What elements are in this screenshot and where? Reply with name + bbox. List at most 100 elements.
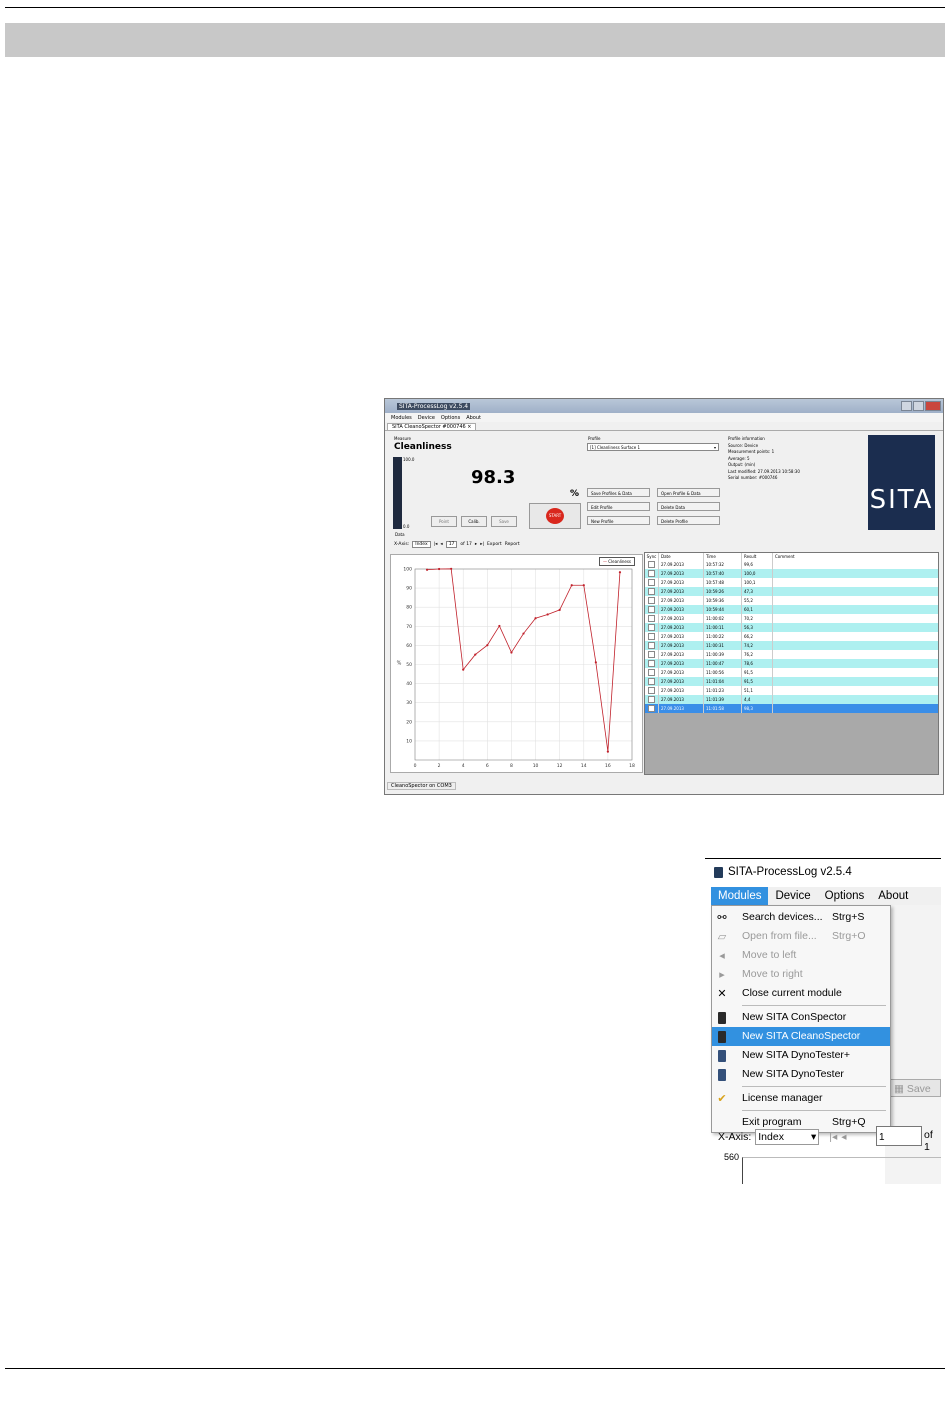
table-row[interactable]: 27.09.2013 10:57:48 100,1 [645,578,938,587]
cell-date: 27.09.2013 [658,677,703,686]
menu-item-label: Close current module [742,987,842,999]
menu-options[interactable]: Options [441,415,460,421]
sync-checkbox[interactable] [645,596,658,605]
sync-checkbox[interactable] [645,605,658,614]
table-row[interactable]: 27.09.2013 11:00:22 66,2 [645,632,938,641]
prev-page-icon[interactable]: ◂ [440,542,442,547]
series-line [427,568,621,752]
table-row[interactable]: 27.09.2013 10:57:32 99,6 [645,560,938,569]
header-time[interactable]: Time [703,553,741,560]
menu-about[interactable]: About [466,415,481,421]
header-result[interactable]: Result [741,553,772,560]
cell-comment [772,569,938,578]
save-button[interactable]: Save [491,516,517,527]
x-tick-label: 6 [486,763,489,769]
table-row[interactable]: 27.09.2013 10:59:26 47,3 [645,587,938,596]
new-profile-button[interactable]: New Profile [587,516,650,525]
sync-checkbox[interactable] [645,569,658,578]
menu-item-new-conspector[interactable]: New SITA ConSpector [712,1008,890,1027]
cell-date: 27.09.2013 [658,695,703,704]
sync-checkbox[interactable] [645,686,658,695]
x-tick-label: 12 [557,763,563,769]
maximize-icon[interactable] [913,401,924,411]
profile-select[interactable]: [1] Cleanliness Surface 1 ▾ [587,443,719,451]
calib-button[interactable]: Calib. [461,516,487,527]
cell-time: 11:01:23 [703,686,741,695]
save-profiles-button[interactable]: Save Profiles & Data [587,488,650,497]
menu-item-new-dynotester[interactable]: New SITA DynoTester [712,1065,890,1084]
cell-comment [772,659,938,668]
table-body: 27.09.2013 10:57:32 99,6 27.09.2013 10:57:40… [645,560,938,713]
point-button[interactable]: Point [431,516,457,527]
first-page-icon[interactable]: |◂ [434,542,438,547]
save-button[interactable]: ▦ Save [889,1079,941,1097]
menu-item-move-right[interactable]: ▸ Move to right [712,965,890,984]
page-input[interactable]: 17 [445,541,458,548]
y-tick-label: 20 [406,719,412,725]
table-row[interactable]: 27.09.2013 11:00:11 56,3 [645,623,938,632]
header-comment[interactable]: Comment [772,553,938,560]
menu-item-new-cleanospector[interactable]: New SITA CleanoSpector [712,1027,890,1046]
edit-profile-button[interactable]: Edit Profile [587,502,650,511]
sync-checkbox[interactable] [645,695,658,704]
tab-cleanospector[interactable]: SITA CleanoSpector #000746 × [387,423,477,430]
sync-checkbox[interactable] [645,623,658,632]
report-button[interactable]: Report [505,542,520,547]
menu-modules[interactable]: Modules [391,415,412,421]
top-rule [5,7,945,8]
xaxis-select[interactable]: Index ▾ [755,1129,820,1145]
menu-modules[interactable]: Modules [711,887,769,905]
menu-item-new-dynotester-plus[interactable]: New SITA DynoTester+ [712,1046,890,1065]
menu-device[interactable]: Device [418,415,435,421]
xaxis-select[interactable]: Index [412,541,431,548]
menu-about[interactable]: About [871,887,915,905]
menu-item-license-manager[interactable]: ✔ License manager [712,1089,890,1108]
start-button[interactable]: START [529,503,581,529]
minimize-icon[interactable] [901,401,912,411]
first-page-icon[interactable]: |◂ [829,1131,837,1143]
table-row[interactable]: 27.09.2013 10:59:44 60,1 [645,605,938,614]
menu-item-close-module[interactable]: ✕ Close current module [712,984,890,1003]
export-button[interactable]: Export [487,542,502,547]
sync-checkbox[interactable] [645,614,658,623]
table-row[interactable]: 27.09.2013 10:57:40 100,0 [645,569,938,578]
delete-data-button[interactable]: Delete Data [657,502,720,511]
last-page-icon[interactable]: ▸| [480,542,484,547]
sync-checkbox[interactable] [645,659,658,668]
table-row[interactable]: 27.09.2013 11:00:56 91,5 [645,668,938,677]
sync-checkbox[interactable] [645,632,658,641]
table-row[interactable]: 27.09.2013 11:00:47 78,6 [645,659,938,668]
header-date[interactable]: Date [658,553,703,560]
menu-device[interactable]: Device [768,887,817,905]
sync-checkbox[interactable] [645,650,658,659]
data-point [522,632,525,635]
table-row[interactable]: 27.09.2013 10:59:36 55,2 [645,596,938,605]
cleanliness-chart: 10 20 30 40 50 60 70 80 90 100 0 2 4 6 8 10 12 14 16 18% [390,554,643,773]
table-row[interactable]: 27.09.2013 11:00:39 76,2 [645,650,938,659]
table-row[interactable]: 27.09.2013 11:01:04 91,5 [645,677,938,686]
delete-profile-button[interactable]: Delete Profile [657,516,720,525]
table-row[interactable]: 27.09.2013 11:00:31 74,2 [645,641,938,650]
sync-checkbox[interactable] [645,560,658,569]
next-page-icon[interactable]: ▸ [475,542,477,547]
menu-options[interactable]: Options [818,887,872,905]
sync-checkbox[interactable] [645,668,658,677]
table-row[interactable]: 27.09.2013 11:00:02 70,2 [645,614,938,623]
sync-checkbox[interactable] [645,641,658,650]
menu-item-open-from-file[interactable]: ▱ Open from file... Strg+O [712,927,890,946]
sync-checkbox[interactable] [645,677,658,686]
cell-time: 11:00:11 [703,623,741,632]
data-point [498,624,501,628]
sync-checkbox[interactable] [645,578,658,587]
sync-checkbox[interactable] [645,704,658,713]
table-row[interactable]: 27.09.2013 11:01:39 4,4 [645,695,938,704]
sync-checkbox[interactable] [645,587,658,596]
open-profile-button[interactable]: Open Profile & Data [657,488,720,497]
prev-page-icon[interactable]: ◂ [841,1131,846,1143]
table-row[interactable]: 27.09.2013 11:01:23 51,1 [645,686,938,695]
page-input[interactable]: 1 [876,1126,922,1146]
close-icon[interactable] [925,401,941,411]
menu-item-search-devices[interactable]: ⚯ Search devices... Strg+S [712,908,890,927]
table-row[interactable]: 27.09.2013 11:01:58 98,3 [645,704,938,713]
menu-item-move-left[interactable]: ◂ Move to left [712,946,890,965]
